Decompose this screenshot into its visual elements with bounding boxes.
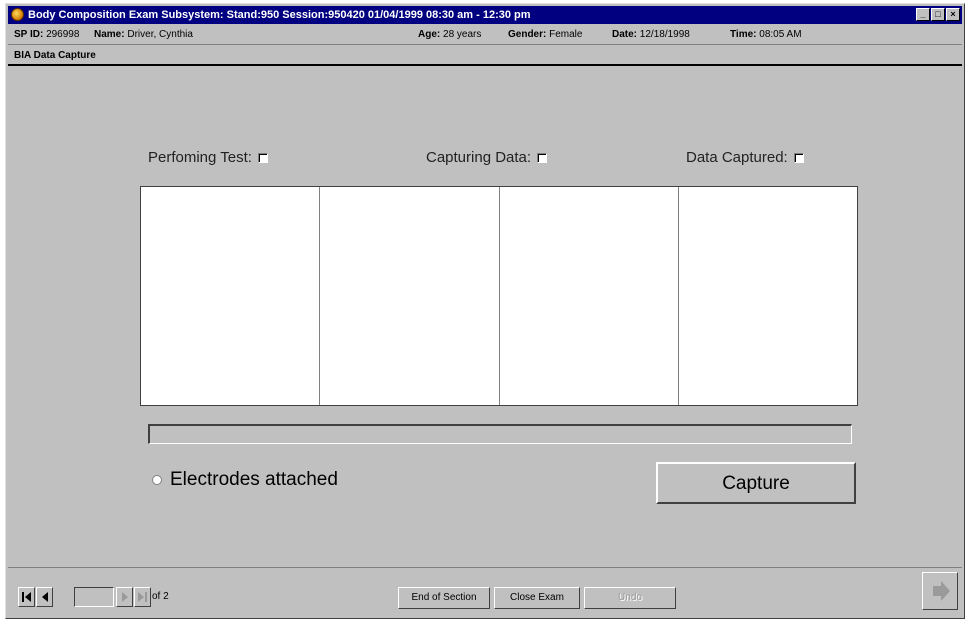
close-exam-button[interactable]: Close Exam — [494, 587, 580, 609]
first-page-button[interactable] — [18, 587, 35, 607]
capture-progress-bar — [148, 424, 852, 444]
first-page-icon — [22, 592, 31, 602]
data-captured-status: Data Captured: — [686, 149, 804, 166]
data-captured-label: Data Captured: — [686, 149, 788, 166]
date-field: Date: 12/18/1998 — [612, 29, 690, 40]
electrodes-label: Electrodes attached — [170, 469, 338, 490]
next-section-button[interactable] — [922, 572, 958, 610]
last-page-button[interactable] — [134, 587, 151, 607]
previous-page-icon — [42, 592, 48, 602]
minimize-icon[interactable]: _ — [916, 8, 930, 21]
electrodes-radio[interactable] — [152, 474, 162, 485]
data-display-panels — [140, 186, 858, 406]
capturing-data-label: Capturing Data: — [426, 149, 532, 166]
last-page-icon — [138, 592, 147, 602]
previous-page-button[interactable] — [36, 587, 53, 607]
performing-test-checkbox[interactable] — [257, 153, 268, 164]
close-icon[interactable]: × — [946, 8, 960, 21]
data-panel-1 — [141, 187, 321, 405]
data-captured-checkbox[interactable] — [793, 153, 804, 164]
undo-button[interactable]: Undo — [584, 587, 676, 609]
right-arrow-icon — [933, 581, 950, 601]
age-field: Age: 28 years — [418, 29, 482, 40]
navigation-bar: of 2 End of Section Close Exam Undo — [8, 567, 962, 616]
data-panel-2 — [320, 187, 500, 405]
data-panel-4 — [679, 187, 857, 405]
time-field: Time: 08:05 AM — [730, 29, 802, 40]
end-of-section-button[interactable]: End of Section — [398, 587, 490, 609]
page-count: of 2 — [152, 591, 169, 602]
window-title: Body Composition Exam Subsystem: Stand:9… — [28, 9, 531, 21]
maximize-icon[interactable]: □ — [931, 8, 945, 21]
page-number-input[interactable] — [74, 587, 114, 607]
capturing-data-checkbox[interactable] — [537, 153, 548, 164]
app-icon[interactable] — [11, 8, 24, 21]
title-bar[interactable]: Body Composition Exam Subsystem: Stand:9… — [8, 6, 962, 24]
electrodes-attached-option[interactable]: Electrodes attached — [152, 469, 338, 491]
gender-field: Gender: Female — [508, 29, 583, 40]
name-field: Name: Driver, Cynthia — [94, 29, 193, 40]
main-window: Body Composition Exam Subsystem: Stand:9… — [5, 3, 965, 619]
window-controls: _ □ × — [915, 8, 960, 22]
section-title: BIA Data Capture — [8, 44, 962, 66]
sp-id-field: SP ID: 296998 — [14, 29, 80, 40]
next-page-button[interactable] — [116, 587, 133, 607]
next-page-icon — [122, 592, 128, 602]
capturing-data-status: Capturing Data: — [426, 149, 548, 166]
performing-test-label: Perfoming Test: — [148, 149, 252, 166]
performing-test-status: Perfoming Test: — [148, 149, 268, 166]
patient-info-bar: SP ID: 296998 Name: Driver, Cynthia Age:… — [8, 26, 962, 44]
capture-button[interactable]: Capture — [656, 462, 856, 504]
data-panel-3 — [500, 187, 679, 405]
